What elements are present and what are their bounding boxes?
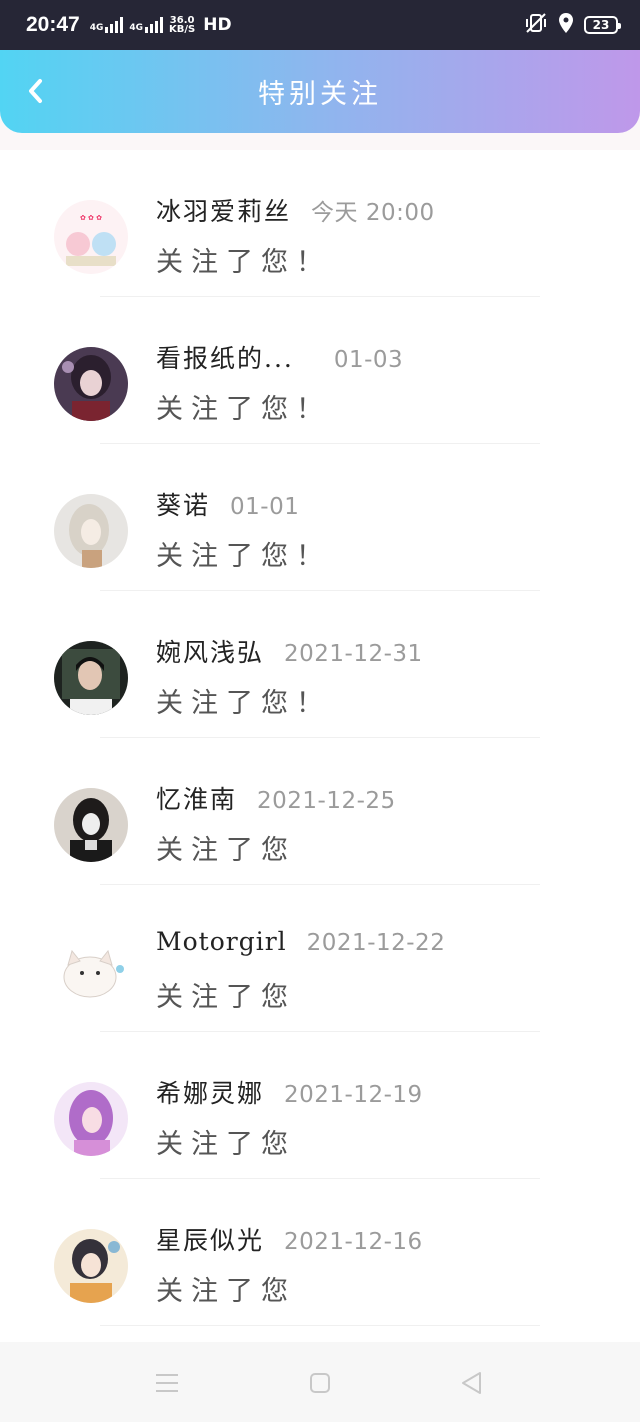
avatar[interactable] <box>54 1082 128 1156</box>
list-item[interactable]: ✿ ✿ ✿ 冰羽爱莉丝 今天 20:00 关注了您！ <box>0 150 640 297</box>
system-navigation-bar <box>0 1342 640 1422</box>
battery-icon: 23 <box>584 16 621 34</box>
status-time: 20:47 <box>26 13 80 36</box>
list-item[interactable]: 看报纸的... 01-03 关注了您！ <box>0 297 640 444</box>
page-title: 特别关注 <box>258 79 382 110</box>
avatar[interactable] <box>54 1229 128 1303</box>
follow-date: 01-03 <box>333 347 404 373</box>
follow-message: 关注了您 <box>156 835 296 866</box>
location-icon <box>558 13 574 37</box>
avatar[interactable] <box>54 935 128 1009</box>
back-button[interactable] <box>18 74 52 108</box>
square-icon <box>310 1373 330 1393</box>
hd-indicator: HD <box>203 14 232 35</box>
avatar[interactable] <box>54 494 128 568</box>
user-name[interactable]: 希娜灵娜 <box>156 1074 264 1110</box>
vibrate-off-icon <box>524 12 548 38</box>
divider <box>100 1325 540 1326</box>
list-item[interactable]: 星辰似光 2021-12-16 关注了您 <box>0 1179 640 1326</box>
user-name[interactable]: 葵诺 <box>156 486 210 522</box>
user-name[interactable]: 看报纸的... <box>156 339 294 375</box>
follow-date: 今天 20:00 <box>311 200 435 226</box>
follow-date: 01-01 <box>230 494 300 520</box>
menu-button[interactable] <box>154 1370 180 1396</box>
list-item[interactable]: 婉风浅弘 2021-12-31 关注了您！ <box>0 591 640 738</box>
menu-icon <box>156 1374 178 1392</box>
user-name[interactable]: 星辰似光 <box>156 1221 264 1257</box>
list-item[interactable]: 希娜灵娜 2021-12-19 关注了您 <box>0 1032 640 1179</box>
follow-date: 2021-12-22 <box>306 930 446 956</box>
user-name[interactable]: 冰羽爱莉丝 <box>156 192 291 228</box>
follow-message: 关注了您！ <box>156 688 331 719</box>
avatar[interactable] <box>54 788 128 862</box>
network-type-2: 4G <box>129 23 144 33</box>
follow-date: 2021-12-19 <box>284 1082 423 1108</box>
follow-message: 关注了您！ <box>156 247 331 278</box>
home-button[interactable] <box>307 1370 333 1396</box>
follow-message: 关注了您！ <box>156 394 331 425</box>
follow-message: 关注了您！ <box>156 541 331 572</box>
speed-unit: KB/S <box>169 24 196 35</box>
follow-date: 2021-12-31 <box>284 641 423 667</box>
follow-message: 关注了您 <box>156 1276 296 1307</box>
network-indicators: 4G 4G 36.0 KB/S HD <box>89 14 232 35</box>
follow-message: 关注了您 <box>156 982 296 1013</box>
chevron-left-icon <box>29 79 42 103</box>
svg-text:✿ ✿ ✿: ✿ ✿ ✿ <box>80 214 102 222</box>
header: 特别关注 <box>0 50 640 133</box>
avatar[interactable] <box>54 641 128 715</box>
follow-date: 2021-12-16 <box>284 1229 423 1255</box>
signal-icon <box>105 17 124 33</box>
signal-icon <box>145 17 164 33</box>
back-nav-button[interactable] <box>458 1370 484 1396</box>
list-item[interactable]: 忆淮南 2021-12-25 关注了您 <box>0 738 640 885</box>
user-name[interactable]: 忆淮南 <box>156 780 237 816</box>
network-speed: 36.0 KB/S <box>169 16 196 35</box>
status-bar: 20:47 4G 4G 36.0 KB/S HD 23 <box>0 0 640 50</box>
avatar[interactable]: ✿ ✿ ✿ <box>54 200 128 274</box>
user-name[interactable]: 婉风浅弘 <box>156 633 264 669</box>
triangle-back-icon <box>462 1372 481 1394</box>
user-name[interactable]: Motorgirl <box>156 927 287 956</box>
network-type-1: 4G <box>89 23 104 33</box>
list-item[interactable]: Motorgirl 2021-12-22 关注了您 <box>0 885 640 1032</box>
follow-message: 关注了您 <box>156 1129 296 1160</box>
list-item[interactable]: 葵诺 01-01 关注了您！ <box>0 444 640 591</box>
follow-list: ✿ ✿ ✿ 冰羽爱莉丝 今天 20:00 关注了您！ 看报纸的... 01-03… <box>0 150 640 1342</box>
avatar[interactable] <box>54 347 128 421</box>
follow-date: 2021-12-25 <box>257 788 396 814</box>
